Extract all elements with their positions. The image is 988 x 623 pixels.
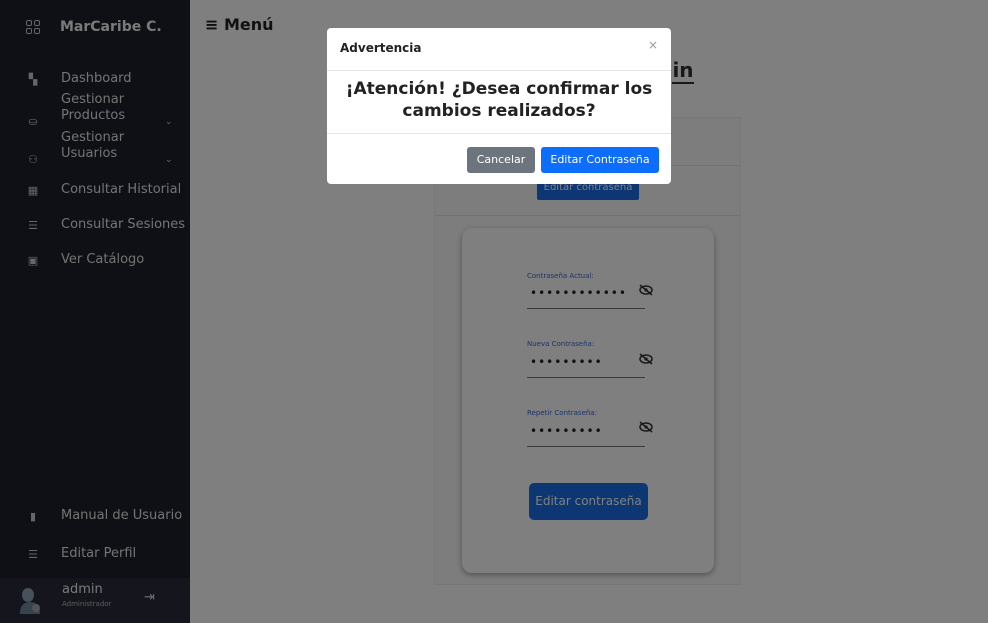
confirm-edit-password-button[interactable]: Editar Contraseña [541, 147, 659, 173]
divider [327, 133, 671, 134]
modal-title: Advertencia [340, 41, 422, 55]
close-icon[interactable]: × [648, 38, 658, 52]
confirm-modal: Advertencia × ¡Atención! ¿Desea confirma… [327, 28, 671, 184]
divider [327, 70, 671, 71]
cancel-button[interactable]: Cancelar [467, 147, 535, 173]
modal-message: ¡Atención! ¿Desea confirmar los cambios … [345, 79, 653, 121]
